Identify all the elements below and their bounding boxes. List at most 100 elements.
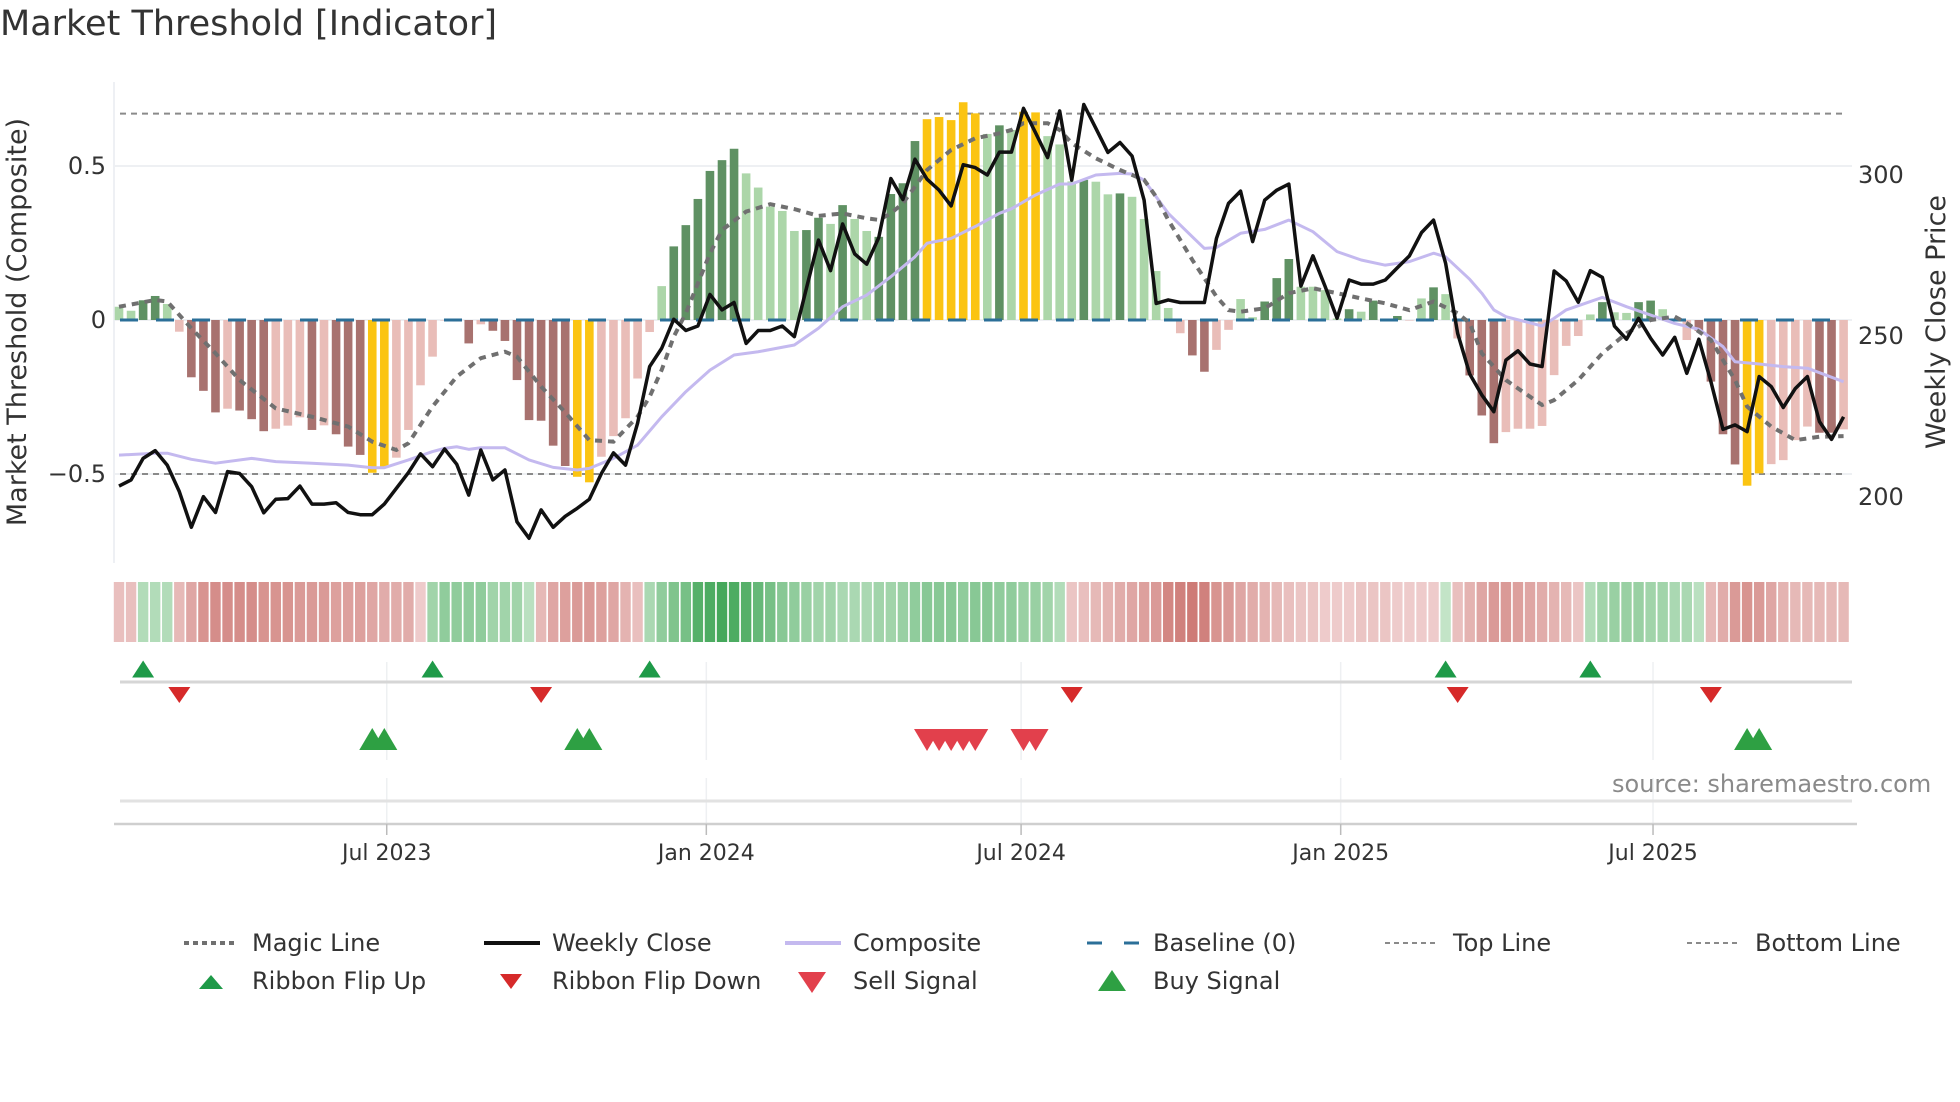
composite-bar	[886, 194, 896, 320]
composite-bar	[1730, 320, 1740, 465]
composite-bar	[922, 119, 932, 321]
composite-bar	[1513, 320, 1523, 429]
legend-swatch-baseline-icon	[1087, 941, 1139, 945]
composite-bar	[1308, 286, 1318, 320]
ribbon-cell	[1766, 582, 1777, 642]
ribbon-cell	[1030, 582, 1041, 642]
composite-bar	[585, 320, 594, 483]
composite-bar	[1489, 320, 1499, 444]
ribbon-cell	[692, 582, 704, 642]
ribbon-cell	[704, 582, 716, 642]
ribbon-cell	[765, 582, 776, 642]
composite-bar	[609, 320, 618, 437]
ribbon-cell	[921, 582, 933, 642]
composite-bar	[392, 320, 401, 458]
ribbon-flip-up-marker	[638, 660, 661, 678]
legend-item-flip-up: Ribbon Flip Up	[182, 966, 426, 996]
x-tick-label: Jan 2024	[656, 841, 755, 866]
composite-bar	[850, 218, 859, 320]
composite-bar	[404, 320, 413, 430]
ribbon-cell	[1343, 582, 1355, 642]
composite-bar	[621, 320, 630, 419]
ribbon-flip-up-marker	[1579, 660, 1602, 678]
legend-swatch-close-icon	[484, 941, 540, 945]
ribbon-cell	[1247, 582, 1258, 642]
ribbon-cell	[897, 582, 909, 642]
composite-bar	[633, 320, 642, 379]
ribbon-cell	[1681, 582, 1692, 642]
ribbon-cell	[1717, 582, 1729, 642]
ribbon-cell	[1404, 582, 1415, 642]
legend-item-top: Top Line	[1383, 928, 1551, 958]
ribbon-cell	[379, 582, 390, 642]
ribbon-cell	[1211, 582, 1222, 642]
composite-bar	[1079, 179, 1089, 320]
ribbon-flip-down-marker	[530, 687, 553, 703]
composite-bar	[367, 320, 377, 473]
ribbon-cell	[608, 582, 619, 642]
ribbon-cell	[1392, 582, 1403, 642]
ribbon-cell	[198, 582, 209, 642]
ribbon-cell	[945, 582, 957, 642]
ribbon-cell	[137, 582, 149, 642]
composite-bar	[645, 320, 654, 333]
legend-swatch-flip-down-icon	[500, 974, 522, 989]
legend-label: Buy Signal	[1153, 967, 1281, 995]
composite-bar	[1103, 194, 1113, 320]
y-tick-label-left: 0.5	[68, 152, 106, 180]
ribbon-cell	[1609, 582, 1620, 642]
ribbon-cell	[1126, 582, 1138, 642]
composite-bar	[729, 148, 739, 320]
ribbon-cell	[330, 582, 342, 642]
ribbon-cell	[728, 582, 740, 642]
composite-bar	[536, 320, 546, 421]
y-axis-title-right: Weekly Close Price	[1921, 195, 1952, 449]
legend-item-sell: Sell Signal	[783, 966, 978, 996]
composite-bar	[1622, 312, 1631, 320]
ribbon-cell	[1814, 582, 1825, 642]
source-credit: source: sharemaestro.com	[1612, 770, 1932, 798]
ribbon-cell	[1078, 582, 1089, 642]
ribbon-cell	[1355, 582, 1367, 642]
x-tick-label: Jan 2025	[1290, 841, 1389, 866]
ribbon-cell	[1633, 582, 1644, 642]
ribbon-cell	[149, 582, 161, 642]
ribbon-cell	[270, 582, 281, 642]
legend-label: Composite	[853, 929, 982, 957]
legend-swatch-flip-up-icon	[199, 975, 223, 989]
y-tick-label-right: 250	[1858, 322, 1904, 350]
ribbon-cell	[1018, 582, 1029, 642]
composite-bar	[1188, 320, 1197, 356]
ribbon-cell	[1488, 582, 1500, 642]
ribbon-cell	[1464, 582, 1475, 642]
legend-label: Weekly Close	[552, 929, 712, 957]
ribbon-cell	[596, 582, 607, 642]
composite-bar	[416, 320, 425, 386]
composite-bar	[1007, 129, 1016, 320]
ribbon-cell	[1199, 582, 1210, 642]
ribbon-cell	[487, 582, 499, 642]
composite-bar	[1067, 181, 1077, 320]
ribbon-cell	[1114, 582, 1126, 642]
ribbon-cell	[499, 582, 511, 642]
legend-swatch-composite-icon	[785, 941, 841, 945]
composite-bar	[1561, 320, 1571, 346]
composite-bar	[271, 320, 281, 429]
y-tick-label-right: 300	[1858, 161, 1904, 189]
composite-bar	[657, 286, 666, 320]
ribbon-cell	[1729, 582, 1741, 642]
composite-bar	[1598, 302, 1607, 320]
ribbon-cell	[825, 582, 836, 642]
composite-bar	[187, 320, 196, 378]
y-tick-label-left: −0.5	[48, 460, 106, 488]
ribbon-cell	[439, 582, 450, 642]
ribbon-cell	[994, 582, 1005, 642]
legend-swatch-sell-icon	[798, 972, 826, 993]
composite-bar	[1803, 320, 1812, 427]
ribbon-cell	[740, 582, 752, 642]
ribbon-cell	[1826, 582, 1837, 642]
ribbon-cell	[644, 582, 655, 642]
composite-bar	[1405, 320, 1414, 321]
ribbon-cell	[403, 582, 414, 642]
ribbon-flip-down-marker	[1060, 687, 1083, 703]
